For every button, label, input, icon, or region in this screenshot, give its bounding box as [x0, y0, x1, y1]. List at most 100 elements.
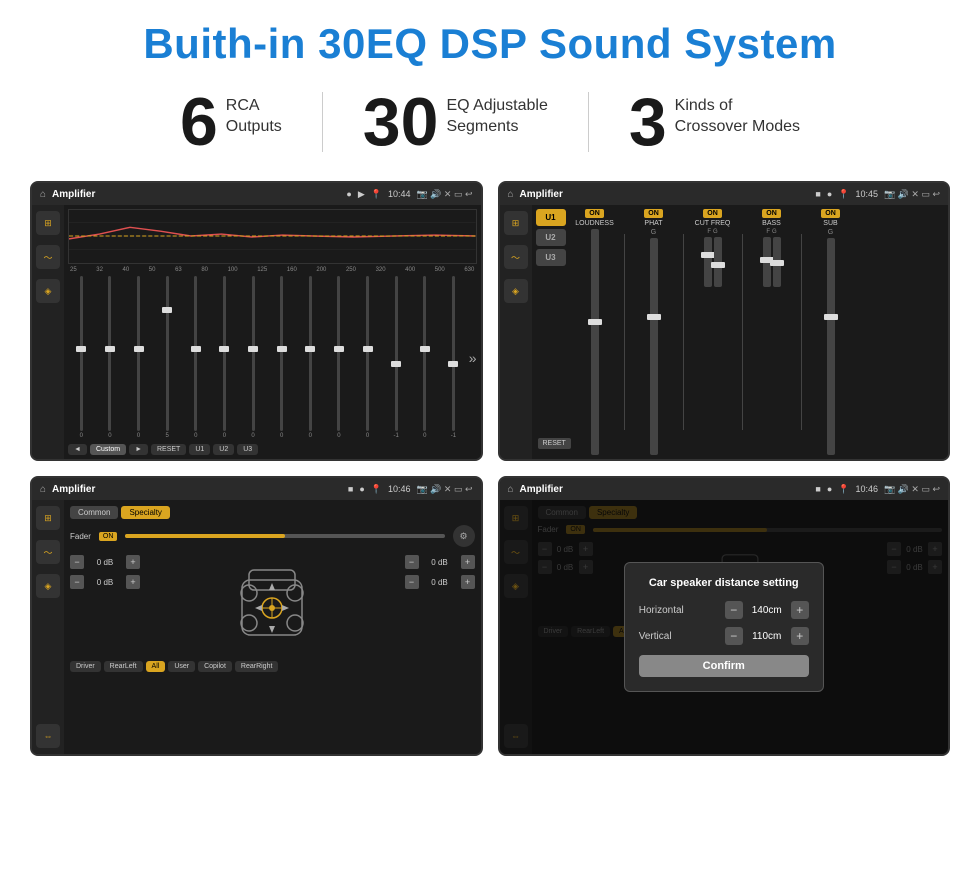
amp-reset-btn[interactable]: RESET: [538, 438, 571, 449]
crossover-tabs: Common Specialty: [70, 506, 475, 519]
screen3-content: ⊞ 〜 ◈ ⇔ Common Specialty Fader ON: [32, 500, 481, 754]
location-icon-2: 📍: [838, 189, 849, 200]
horizontal-plus-btn[interactable]: +: [791, 601, 809, 619]
u1-preset[interactable]: U1: [536, 209, 566, 226]
speaker-icon-btn-2[interactable]: ◈: [504, 279, 528, 303]
eq-footer: ◄ Custom ► RESET U1 U2 U3: [68, 444, 477, 455]
slider-3: 0: [125, 276, 152, 439]
eq-u1-btn[interactable]: U1: [189, 444, 210, 455]
wave-icon-btn-2[interactable]: 〜: [504, 245, 528, 269]
arrows-icon-btn-3[interactable]: ⇔: [36, 724, 60, 748]
location-icon: 📍: [371, 189, 382, 200]
screen3-title: Amplifier: [52, 484, 342, 495]
driver-btn[interactable]: Driver: [70, 661, 101, 672]
dot-icon-2: ■: [815, 189, 820, 199]
slider-4: 5: [154, 276, 181, 439]
cutfreq-section: ON CUT FREQ FG: [688, 209, 738, 455]
eq-u3-btn[interactable]: U3: [237, 444, 258, 455]
user-btn[interactable]: User: [168, 661, 195, 672]
loudness-label: LOUDNESS: [575, 220, 614, 227]
eq-icon-btn[interactable]: ⊞: [36, 211, 60, 235]
dot-icon-4: ■: [815, 484, 820, 494]
horizontal-control: − 140cm +: [725, 601, 809, 619]
amp-presets: U1 U2 U3: [536, 209, 566, 455]
speaker-distance-dialog: Car speaker distance setting Horizontal …: [624, 562, 824, 692]
eq-freq-labels: 253240506380100125160200250320400500630: [68, 267, 477, 273]
home-icon: ⌂: [40, 189, 46, 200]
eq-reset-btn[interactable]: RESET: [151, 444, 186, 455]
screen1-topbar: ⌂ Amplifier ● ▶ 📍 10:44 📷 🔊 ✕ ▭ ↩: [32, 183, 481, 205]
bass-slider-2[interactable]: [773, 237, 781, 287]
loudness-on-badge: ON: [585, 209, 604, 218]
screen3-side-icons: ⊞ 〜 ◈ ⇔: [32, 500, 64, 754]
eq-custom-btn[interactable]: Custom: [90, 444, 126, 455]
speaker-icon-btn-3[interactable]: ◈: [36, 574, 60, 598]
eq-next-btn[interactable]: ►: [129, 444, 148, 455]
scroll-right-icon[interactable]: »: [469, 350, 477, 366]
page-title: Buith-in 30EQ DSP Sound System: [30, 20, 950, 68]
screen4-icons: 📷 🔊 ✕ ▭ ↩: [884, 484, 940, 495]
screen1-time: 10:44: [388, 189, 411, 199]
db-minus-r2[interactable]: −: [405, 575, 419, 589]
slider-6: 0: [211, 276, 238, 439]
dot2-icon-3: ●: [359, 484, 364, 494]
amp-controls: ON LOUDNESS ON PHAT G: [570, 209, 945, 455]
db-plus-2[interactable]: +: [126, 575, 140, 589]
horizontal-value: 140cm: [747, 605, 787, 616]
db-val-1: 0 dB: [87, 558, 123, 567]
common-tab[interactable]: Common: [70, 506, 118, 519]
vertical-label: Vertical: [639, 631, 672, 642]
stat-text-rca: RCA Outputs: [226, 88, 282, 138]
fader-bar[interactable]: [125, 534, 444, 538]
sub-slider[interactable]: [827, 238, 835, 455]
horizontal-row: Horizontal − 140cm +: [639, 601, 809, 619]
specialty-tab[interactable]: Specialty: [121, 506, 169, 519]
stat-text-crossover: Kinds of Crossover Modes: [675, 88, 800, 138]
screen1-content: ⊞ 〜 ◈: [32, 205, 481, 459]
screen2-title: Amplifier: [520, 189, 810, 200]
home-icon-4: ⌂: [508, 484, 514, 495]
db-plus-r2[interactable]: +: [461, 575, 475, 589]
eq-sliders: 0 0 0 5 0 0 0 0 0 0 0 -1 0 -1 »: [68, 276, 477, 441]
db-plus-1[interactable]: +: [126, 555, 140, 569]
loudness-slider[interactable]: [591, 229, 599, 455]
db-minus-1[interactable]: −: [70, 555, 84, 569]
vertical-row: Vertical − 110cm +: [639, 627, 809, 645]
db-plus-r1[interactable]: +: [461, 555, 475, 569]
db-val-2: 0 dB: [87, 578, 123, 587]
speaker-icon-btn[interactable]: ◈: [36, 279, 60, 303]
all-btn[interactable]: All: [146, 661, 166, 672]
settings-icon-btn[interactable]: ⚙: [453, 525, 475, 547]
wave-icon-btn-3[interactable]: 〜: [36, 540, 60, 564]
horizontal-minus-btn[interactable]: −: [725, 601, 743, 619]
phat-slider[interactable]: [650, 238, 658, 455]
vertical-minus-btn[interactable]: −: [725, 627, 743, 645]
bass-on-badge: ON: [762, 209, 781, 218]
copilot-btn[interactable]: Copilot: [198, 661, 232, 672]
db-minus-r1[interactable]: −: [405, 555, 419, 569]
db-row-2: − 0 dB +: [70, 575, 140, 589]
stat-text-eq: EQ Adjustable Segments: [446, 88, 547, 138]
sub-label: SUB: [823, 220, 837, 227]
stat-number-eq: 30: [363, 88, 439, 156]
u3-preset[interactable]: U3: [536, 249, 566, 266]
rearright-btn[interactable]: RearRight: [235, 661, 279, 672]
wave-icon-btn[interactable]: 〜: [36, 245, 60, 269]
div2: [683, 234, 684, 431]
u2-preset[interactable]: U2: [536, 229, 566, 246]
eq-u2-btn[interactable]: U2: [213, 444, 234, 455]
cutfreq-slider-2[interactable]: [714, 237, 722, 287]
eq-prev-btn[interactable]: ◄: [68, 444, 87, 455]
bass-label: BASS: [762, 220, 781, 227]
location-icon-4: 📍: [838, 484, 849, 495]
rearleft-btn[interactable]: RearLeft: [104, 661, 143, 672]
fader-row: Fader ON ⚙: [70, 525, 475, 547]
eq-icon-btn-2[interactable]: ⊞: [504, 211, 528, 235]
slider-7: 0: [240, 276, 267, 439]
fader-on-badge: ON: [99, 532, 118, 541]
confirm-button[interactable]: Confirm: [639, 655, 809, 677]
eq-icon-btn-3[interactable]: ⊞: [36, 506, 60, 530]
vertical-plus-btn[interactable]: +: [791, 627, 809, 645]
db-minus-2[interactable]: −: [70, 575, 84, 589]
dot2-icon: ●: [827, 189, 832, 199]
